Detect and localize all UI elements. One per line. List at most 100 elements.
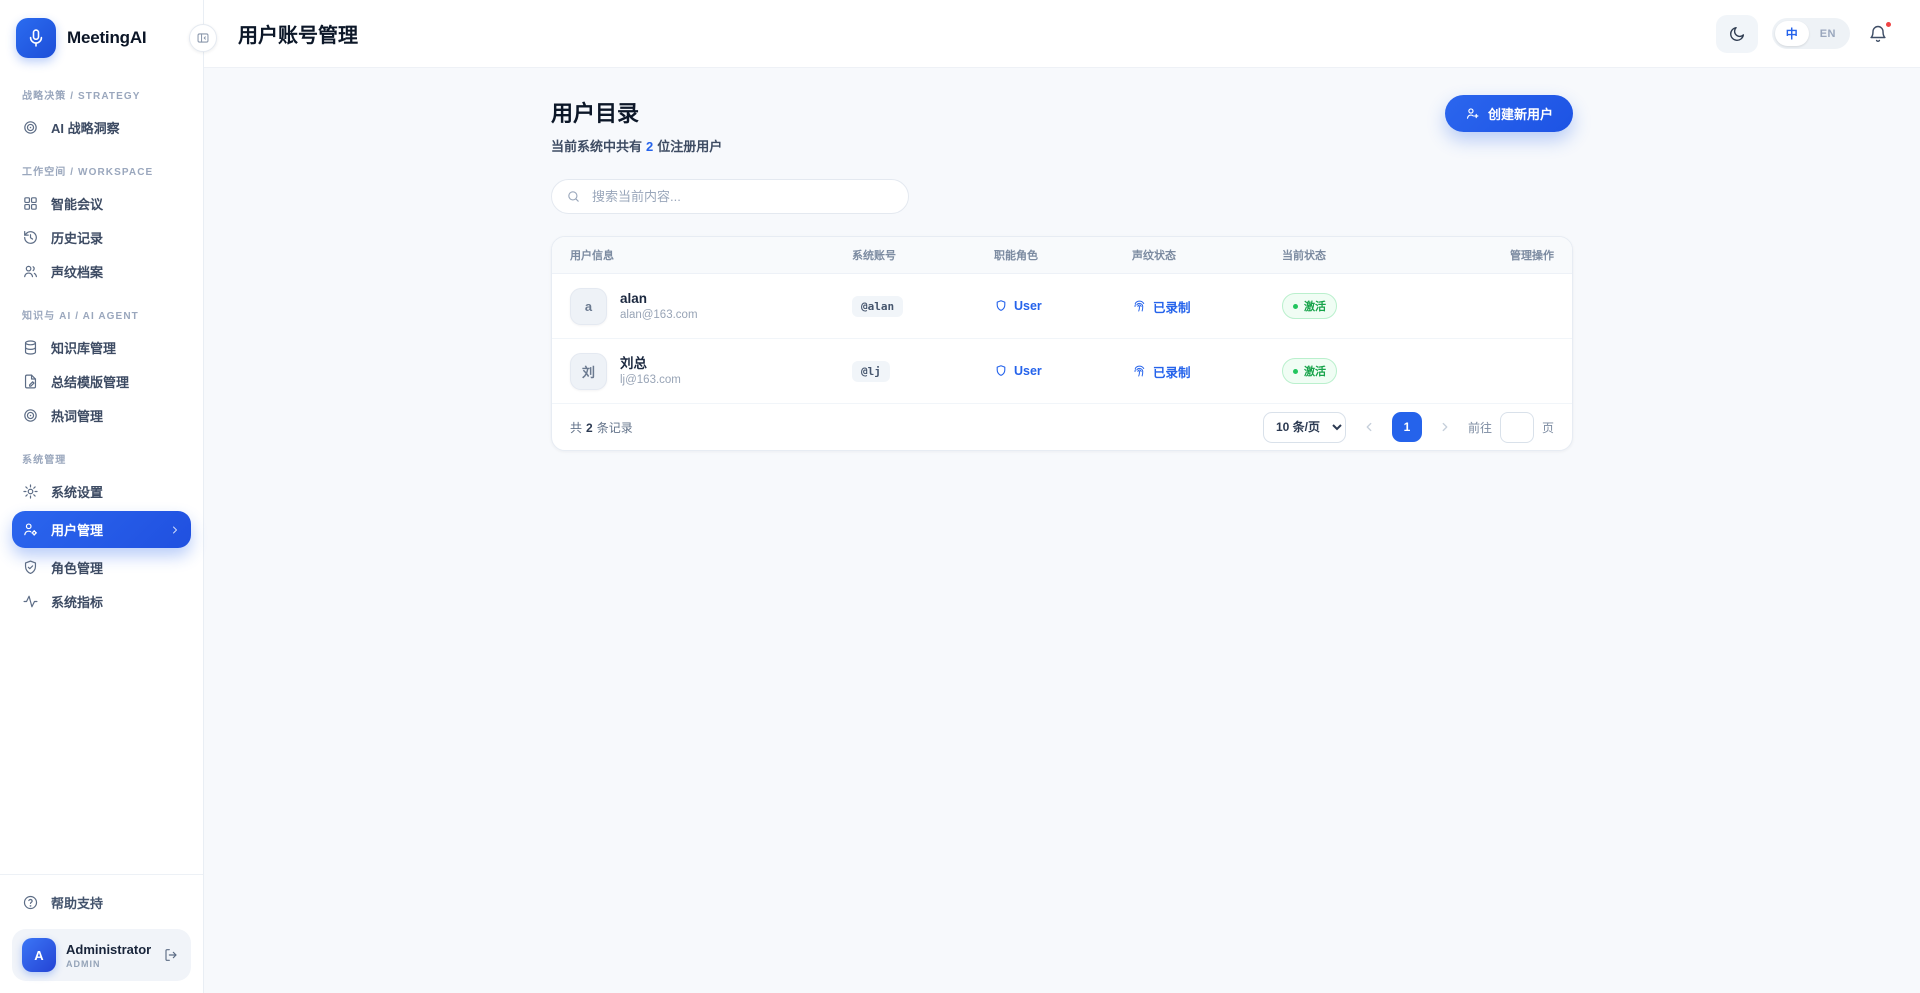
sidebar-item-ai-strategy[interactable]: AI 战略洞察 bbox=[12, 111, 191, 144]
sidebar-item-label: 知识库管理 bbox=[51, 338, 116, 357]
next-page-button[interactable] bbox=[1430, 412, 1460, 442]
search-input[interactable] bbox=[590, 188, 894, 205]
app-title: MeetingAI bbox=[67, 28, 146, 48]
status-badge: 激活 bbox=[1282, 358, 1337, 384]
subtitle-suffix: 位注册用户 bbox=[657, 139, 722, 154]
sidebar-item-smart-meeting[interactable]: 智能会议 bbox=[12, 187, 191, 220]
grid-icon bbox=[22, 195, 39, 212]
target-icon bbox=[22, 119, 39, 136]
status-cell: 激活 bbox=[1282, 358, 1462, 384]
total-prefix: 共 bbox=[570, 421, 582, 435]
col-header-user-info: 用户信息 bbox=[570, 247, 852, 263]
account-cell: @alan bbox=[852, 296, 994, 317]
panel-collapse-icon bbox=[196, 31, 210, 45]
target-icon bbox=[22, 407, 39, 424]
sidebar-item-label: 总结模版管理 bbox=[51, 372, 129, 391]
page-title: 用户账号管理 bbox=[238, 19, 358, 48]
sidebar-item-knowledge-base[interactable]: 知识库管理 bbox=[12, 331, 191, 364]
section-title: 用户目录 bbox=[551, 96, 722, 128]
sidebar-item-history[interactable]: 历史记录 bbox=[12, 221, 191, 254]
col-header-voice-status: 声纹状态 bbox=[1132, 247, 1282, 263]
sidebar-item-label: 系统设置 bbox=[51, 482, 103, 501]
account-cell: @lj bbox=[852, 361, 994, 382]
help-support-link[interactable]: 帮助支持 bbox=[12, 885, 191, 919]
role-label: User bbox=[1014, 299, 1042, 313]
topbar-actions: 中 EN bbox=[1716, 15, 1890, 53]
status-dot bbox=[1293, 369, 1298, 374]
subtitle-prefix: 当前系统中共有 bbox=[551, 139, 642, 154]
user-identity: alan alan@163.com bbox=[620, 291, 698, 322]
col-header-actions: 管理操作 bbox=[1462, 247, 1554, 263]
user-name: 刘总 bbox=[620, 356, 681, 373]
sidebar-item-label: 用户管理 bbox=[51, 520, 103, 539]
user-identity: 刘总 lj@163.com bbox=[620, 356, 681, 387]
status-label: 激活 bbox=[1304, 298, 1326, 314]
users-table-card: 用户信息 系统账号 职能角色 声纹状态 当前状态 管理操作 a alan bbox=[551, 236, 1573, 451]
sidebar-item-voiceprint-archive[interactable]: 声纹档案 bbox=[12, 255, 191, 288]
current-user-card[interactable]: A Administrator ADMIN bbox=[12, 929, 191, 981]
total-suffix: 条记录 bbox=[597, 421, 633, 435]
col-header-account: 系统账号 bbox=[852, 247, 994, 263]
activity-icon bbox=[22, 593, 39, 610]
section-subtitle: 当前系统中共有 2 位注册用户 bbox=[551, 136, 722, 155]
theme-toggle-button[interactable] bbox=[1716, 15, 1758, 53]
create-user-button[interactable]: 创建新用户 bbox=[1445, 95, 1573, 132]
chevron-left-icon bbox=[1362, 420, 1376, 434]
sidebar-item-system-settings[interactable]: 系统设置 bbox=[12, 475, 191, 508]
lang-zh-button[interactable]: 中 bbox=[1775, 21, 1809, 46]
content-scroll-area[interactable]: 用户目录 当前系统中共有 2 位注册用户 创建新用户 用户信息 系统账号 bbox=[204, 68, 1920, 993]
main-area: 用户账号管理 中 EN 用户目录 bbox=[204, 0, 1920, 993]
database-icon bbox=[22, 339, 39, 356]
voice-status-label: 已录制 bbox=[1153, 362, 1191, 381]
prev-page-button[interactable] bbox=[1354, 412, 1384, 442]
avatar: A bbox=[22, 938, 56, 972]
table-row[interactable]: a alan alan@163.com @alan User bbox=[552, 274, 1572, 339]
nav-section-label-strategy: 战略决策 / STRATEGY bbox=[22, 87, 181, 102]
app-root: MeetingAI 战略决策 / STRATEGY AI 战略洞察 工作空间 /… bbox=[0, 0, 1920, 993]
sidebar-item-label: 智能会议 bbox=[51, 194, 103, 213]
current-page-button[interactable]: 1 bbox=[1392, 412, 1422, 442]
table-row[interactable]: 刘 刘总 lj@163.com @lj User bbox=[552, 339, 1572, 404]
sidebar-item-user-management[interactable]: 用户管理 bbox=[12, 511, 191, 548]
avatar: 刘 bbox=[570, 353, 607, 390]
gear-icon bbox=[22, 483, 39, 500]
status-dot bbox=[1293, 304, 1298, 309]
voice-status-label: 已录制 bbox=[1153, 297, 1191, 316]
divider bbox=[0, 874, 203, 875]
sidebar-item-hotwords[interactable]: 热词管理 bbox=[12, 399, 191, 432]
page-head: 用户目录 当前系统中共有 2 位注册用户 创建新用户 bbox=[551, 90, 1573, 155]
sidebar-item-system-metrics[interactable]: 系统指标 bbox=[12, 585, 191, 618]
moon-icon bbox=[1728, 25, 1746, 43]
voice-status-cell: 已录制 bbox=[1132, 297, 1282, 316]
shield-icon bbox=[994, 299, 1008, 313]
status-badge: 激活 bbox=[1282, 293, 1337, 319]
page-size-select[interactable]: 10 条/页 bbox=[1263, 412, 1346, 443]
file-pen-icon bbox=[22, 373, 39, 390]
sidebar-item-summary-templates[interactable]: 总结模版管理 bbox=[12, 365, 191, 398]
user-email: alan@163.com bbox=[620, 309, 698, 321]
status-cell: 激活 bbox=[1282, 293, 1462, 319]
voice-status-cell: 已录制 bbox=[1132, 362, 1282, 381]
sidebar-item-label: 系统指标 bbox=[51, 592, 103, 611]
notifications-button[interactable] bbox=[1866, 22, 1890, 46]
account-handle: @alan bbox=[852, 296, 903, 317]
user-plus-icon bbox=[1465, 106, 1480, 121]
user-count: 2 bbox=[646, 139, 653, 154]
sidebar-collapse-button[interactable] bbox=[189, 24, 217, 52]
chevron-right-icon bbox=[1438, 420, 1452, 434]
lang-en-button[interactable]: EN bbox=[1809, 24, 1847, 44]
create-user-button-label: 创建新用户 bbox=[1488, 104, 1553, 123]
sidebar-item-label: 声纹档案 bbox=[51, 262, 103, 281]
sidebar-item-label: 历史记录 bbox=[51, 228, 103, 247]
topbar: 用户账号管理 中 EN bbox=[204, 0, 1920, 68]
content-inner: 用户目录 当前系统中共有 2 位注册用户 创建新用户 用户信息 系统账号 bbox=[551, 90, 1573, 451]
page-head-text: 用户目录 当前系统中共有 2 位注册用户 bbox=[551, 90, 722, 155]
goto-page-input[interactable] bbox=[1500, 412, 1534, 443]
table-header-row: 用户信息 系统账号 职能角色 声纹状态 当前状态 管理操作 bbox=[552, 237, 1572, 274]
microphone-logo-icon bbox=[16, 18, 56, 58]
sidebar-item-label: AI 战略洞察 bbox=[51, 118, 120, 137]
user-meta: Administrator ADMIN bbox=[66, 942, 151, 969]
fingerprint-icon bbox=[1132, 364, 1147, 379]
logout-button[interactable] bbox=[161, 945, 181, 965]
sidebar-item-role-management[interactable]: 角色管理 bbox=[12, 551, 191, 584]
